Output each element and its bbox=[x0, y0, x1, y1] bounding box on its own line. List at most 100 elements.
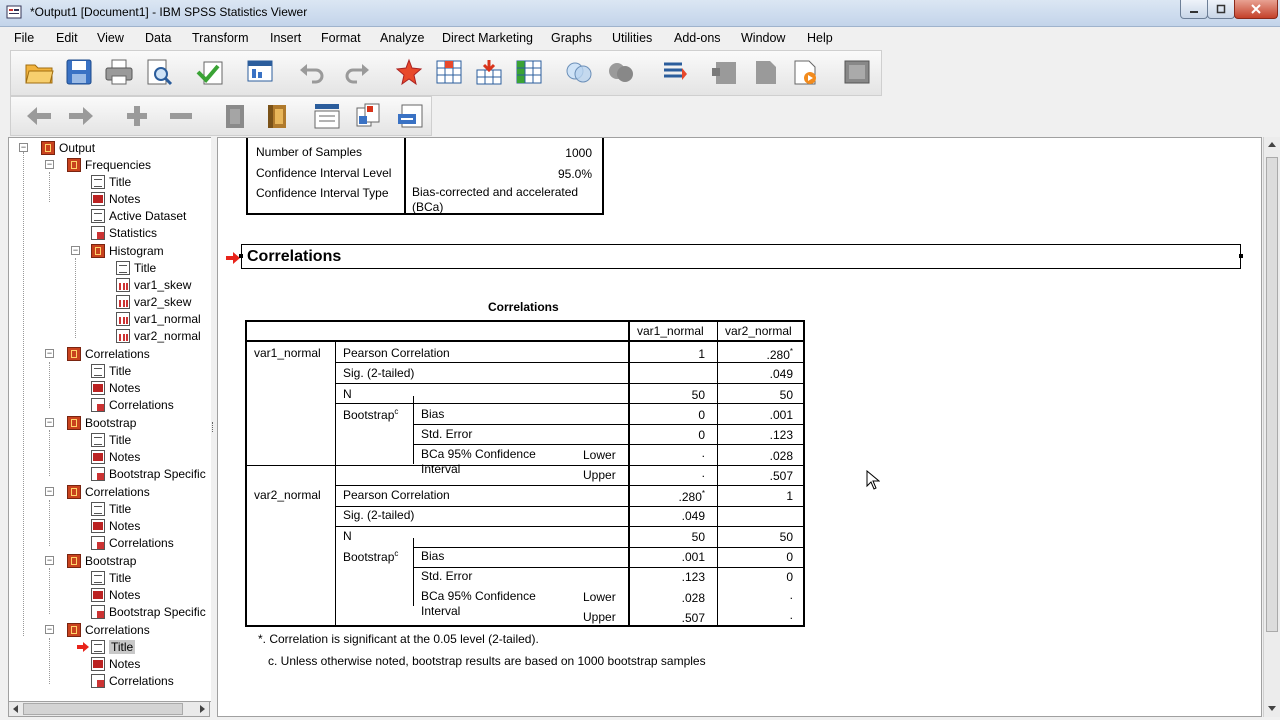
collapse-toggle[interactable]: − bbox=[19, 143, 28, 152]
correlations-table[interactable]: var1_normal var2_normal var1_normal Pear… bbox=[245, 320, 805, 627]
menu-graphs[interactable]: Graphs bbox=[551, 31, 592, 45]
insert-heading-icon[interactable] bbox=[749, 56, 781, 88]
tree-node-title[interactable]: Title bbox=[91, 569, 131, 586]
menu-view[interactable]: View bbox=[97, 31, 124, 45]
hide-icon[interactable] bbox=[261, 100, 293, 132]
collapse-toggle[interactable]: − bbox=[45, 487, 54, 496]
tree-node-bootstrap-spec[interactable]: Bootstrap Specific bbox=[91, 465, 206, 482]
menu-help[interactable]: Help bbox=[807, 31, 833, 45]
insert-text-icon[interactable] bbox=[789, 56, 821, 88]
insert-cases-icon[interactable] bbox=[473, 56, 505, 88]
tree-node-title[interactable]: Title bbox=[91, 173, 131, 190]
tree-node-frequencies[interactable]: Frequencies bbox=[67, 156, 151, 173]
export-icon[interactable] bbox=[195, 56, 227, 88]
bootstrap-specifications-table[interactable]: Number of Samples 1000 Confidence Interv… bbox=[246, 138, 604, 215]
scroll-down-icon[interactable] bbox=[1267, 703, 1277, 713]
menu-insert[interactable]: Insert bbox=[270, 31, 301, 45]
tree-node-title[interactable]: Title bbox=[91, 431, 131, 448]
tree-node-title[interactable]: Title bbox=[91, 362, 131, 379]
pane-splitter[interactable] bbox=[211, 137, 216, 717]
tree-node-output[interactable]: Output bbox=[41, 139, 95, 156]
tree-node-title[interactable]: Title bbox=[91, 500, 131, 517]
tree-node-bootstrap-spec[interactable]: Bootstrap Specific bbox=[91, 603, 206, 620]
book-icon bbox=[67, 157, 81, 172]
menu-file[interactable]: File bbox=[14, 31, 34, 45]
menu-transform[interactable]: Transform bbox=[192, 31, 249, 45]
recall-dialog-icon[interactable] bbox=[245, 56, 277, 88]
collapse-toggle[interactable]: − bbox=[71, 246, 80, 255]
tree-node-active-dataset[interactable]: Active Dataset bbox=[91, 207, 186, 224]
tree-node-correlations-table[interactable]: Correlations bbox=[91, 672, 174, 689]
title-page-icon bbox=[91, 363, 105, 378]
tree-node-title-selected[interactable]: Title bbox=[91, 638, 136, 655]
collapse-toggle[interactable]: − bbox=[45, 349, 54, 358]
goto-variable-icon[interactable] bbox=[433, 56, 465, 88]
tree-node-title[interactable]: Title bbox=[116, 259, 156, 276]
menu-data[interactable]: Data bbox=[145, 31, 171, 45]
scroll-left-icon[interactable] bbox=[11, 704, 21, 714]
tree-node-chart[interactable]: var2_skew bbox=[116, 293, 191, 310]
collapse-toggle[interactable]: − bbox=[45, 556, 54, 565]
insert-output-icon[interactable] bbox=[311, 100, 343, 132]
create-title-icon[interactable] bbox=[709, 56, 741, 88]
menu-add-ons[interactable]: Add-ons bbox=[674, 31, 721, 45]
print-preview-icon[interactable] bbox=[143, 56, 175, 88]
minimize-button[interactable] bbox=[1180, 0, 1208, 19]
print-icon[interactable] bbox=[103, 56, 135, 88]
menu-window[interactable]: Window bbox=[741, 31, 785, 45]
menu-analyze[interactable]: Analyze bbox=[380, 31, 424, 45]
scroll-up-icon[interactable] bbox=[1267, 140, 1277, 150]
goto-case-icon[interactable] bbox=[393, 56, 425, 88]
use-sets-icon[interactable] bbox=[605, 56, 637, 88]
tree-node-bootstrap[interactable]: Bootstrap bbox=[67, 414, 136, 431]
redo-icon[interactable] bbox=[341, 56, 373, 88]
undo-icon[interactable] bbox=[296, 56, 328, 88]
tree-node-bootstrap[interactable]: Bootstrap bbox=[67, 552, 136, 569]
arrow-left-icon[interactable] bbox=[23, 100, 55, 132]
tree-node-chart[interactable]: var1_normal bbox=[116, 310, 201, 327]
open-icon[interactable] bbox=[23, 56, 55, 88]
scroll-thumb[interactable] bbox=[23, 703, 183, 715]
tree-node-correlations[interactable]: Correlations bbox=[67, 345, 150, 362]
outline-horizontal-scrollbar[interactable] bbox=[8, 701, 210, 717]
arrow-right-icon[interactable] bbox=[65, 100, 97, 132]
menu-edit[interactable]: Edit bbox=[56, 31, 78, 45]
tree-node-notes[interactable]: Notes bbox=[91, 190, 140, 207]
scroll-thumb[interactable] bbox=[1266, 157, 1278, 632]
tree-node-correlations-table[interactable]: Correlations bbox=[91, 396, 174, 413]
tree-node-notes[interactable]: Notes bbox=[91, 448, 140, 465]
tree-node-notes[interactable]: Notes bbox=[91, 379, 140, 396]
tree-node-statistics[interactable]: Statistics bbox=[91, 224, 157, 241]
table-icon bbox=[91, 535, 105, 550]
tree-node-notes[interactable]: Notes bbox=[91, 586, 140, 603]
paste-icon[interactable] bbox=[395, 100, 427, 132]
show-icon[interactable] bbox=[219, 100, 251, 132]
collapse-toggle[interactable]: − bbox=[45, 625, 54, 634]
maximize-button[interactable] bbox=[1207, 0, 1235, 19]
scroll-right-icon[interactable] bbox=[197, 704, 207, 714]
tree-node-notes[interactable]: Notes bbox=[91, 517, 140, 534]
collapse-toggle[interactable]: − bbox=[45, 418, 54, 427]
run-script-icon[interactable] bbox=[841, 56, 873, 88]
tree-node-correlations[interactable]: Correlations bbox=[67, 621, 150, 638]
value-labels-icon[interactable] bbox=[563, 56, 595, 88]
tree-node-notes[interactable]: Notes bbox=[91, 655, 140, 672]
expand-plus-icon[interactable] bbox=[121, 100, 153, 132]
content-vertical-scrollbar[interactable] bbox=[1263, 137, 1280, 717]
designate-window-icon[interactable] bbox=[659, 56, 691, 88]
menu-format[interactable]: Format bbox=[321, 31, 361, 45]
tree-node-histogram[interactable]: Histogram bbox=[91, 242, 164, 259]
save-icon[interactable] bbox=[63, 56, 95, 88]
menu-direct-marketing[interactable]: Direct Marketing bbox=[442, 31, 533, 45]
close-button[interactable] bbox=[1234, 0, 1278, 19]
tree-node-correlations-table[interactable]: Correlations bbox=[91, 534, 174, 551]
tree-node-chart[interactable]: var2_normal bbox=[116, 327, 201, 344]
menu-utilities[interactable]: Utilities bbox=[612, 31, 652, 45]
tree-node-correlations[interactable]: Correlations bbox=[67, 483, 150, 500]
heading-selection-box[interactable]: Correlations bbox=[239, 244, 1243, 269]
collapse-minus-icon[interactable] bbox=[165, 100, 197, 132]
collapse-toggle[interactable]: − bbox=[45, 160, 54, 169]
tree-node-chart[interactable]: var1_skew bbox=[116, 276, 191, 293]
variables-icon[interactable] bbox=[513, 56, 545, 88]
copy-object-icon[interactable] bbox=[353, 100, 385, 132]
